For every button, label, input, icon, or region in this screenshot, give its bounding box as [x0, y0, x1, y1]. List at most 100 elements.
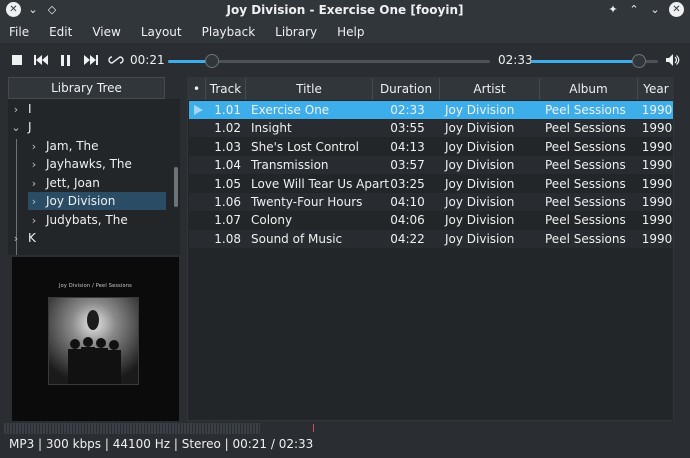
- chevron-down-icon[interactable]: ⌄: [648, 3, 662, 16]
- column-duration[interactable]: Duration: [373, 78, 440, 100]
- cell-title: Sound of Music: [251, 231, 343, 246]
- row-indicator: [189, 230, 207, 248]
- play-indicator-icon: [189, 101, 207, 119]
- row-indicator: [189, 119, 207, 137]
- table-row[interactable]: 1.01 Exercise One 02:33 Joy Division Peel Se…: [189, 101, 673, 119]
- repeat-icon[interactable]: [108, 52, 124, 68]
- tree-node-judybats-the[interactable]: › Judybats, The: [28, 211, 168, 229]
- album-artwork: Joy Division / Peel Sessions: [12, 257, 179, 421]
- cell-track: 1.06: [214, 195, 241, 209]
- row-indicator: [189, 193, 207, 211]
- cell-duration: 02:33: [390, 103, 425, 117]
- menu-library[interactable]: Library: [269, 25, 323, 39]
- column-title[interactable]: Title: [246, 78, 373, 100]
- cell-year: 1990: [641, 121, 673, 136]
- tree-node-label: Jam, The: [46, 139, 99, 153]
- menu-help[interactable]: Help: [331, 25, 370, 39]
- chevron-down-icon[interactable]: ⌄: [10, 121, 22, 134]
- cell-duration: 03:25: [390, 176, 425, 191]
- playlist[interactable]: • Track Title Duration Artist Album Year…: [187, 77, 674, 421]
- previous-icon[interactable]: [33, 52, 49, 68]
- album-cover-image: [48, 297, 139, 385]
- volume-icon[interactable]: [665, 52, 681, 68]
- cell-album: Peel Sessions: [545, 231, 626, 246]
- table-row[interactable]: 1.08 Sound of Music 04:22 Joy Division Peel …: [189, 229, 673, 248]
- chevron-right-icon[interactable]: ›: [28, 158, 40, 171]
- cell-year: 1990: [641, 176, 673, 191]
- menu-file[interactable]: File: [3, 25, 35, 39]
- chevron-right-icon[interactable]: ›: [28, 177, 40, 190]
- close-icon[interactable]: ✕: [669, 2, 684, 17]
- cell-track: 1.04: [214, 158, 241, 173]
- stop-icon[interactable]: [9, 52, 25, 68]
- cell-title: Colony: [251, 213, 293, 228]
- cell-artist: Joy Division: [445, 213, 515, 228]
- chevron-up-icon[interactable]: ⌃: [627, 3, 641, 16]
- cell-artist: Joy Division: [445, 176, 515, 191]
- chevron-right-icon[interactable]: ›: [28, 140, 40, 153]
- seek-slider[interactable]: [168, 54, 490, 68]
- chevron-right-icon[interactable]: ›: [10, 103, 22, 116]
- volume-handle[interactable]: [632, 54, 646, 68]
- total-time: 02:33: [498, 53, 533, 67]
- chevron-right-icon[interactable]: ›: [28, 214, 40, 227]
- cell-artist: Joy Division: [445, 158, 515, 173]
- table-row[interactable]: 1.04 Transmission 03:57 Joy Division Peel Se…: [189, 156, 673, 175]
- library-tree[interactable]: › I ⌄ J › Jam, The › Jayhawks, The › Jet…: [8, 99, 180, 255]
- cell-track: 1.02: [214, 121, 241, 136]
- tree-node-label: Judybats, The: [46, 213, 128, 227]
- column-artist[interactable]: Artist: [440, 78, 540, 100]
- tree-node-i[interactable]: › I: [10, 100, 170, 118]
- menu-playback[interactable]: Playback: [196, 25, 262, 39]
- tree-node-joy-division[interactable]: › Joy Division: [28, 192, 166, 210]
- column-track[interactable]: Track: [206, 78, 246, 100]
- next-icon[interactable]: [83, 52, 99, 68]
- table-row[interactable]: 1.06 Twenty-Four Hours 04:10 Joy Division Pe…: [189, 193, 673, 211]
- column-year[interactable]: Year: [638, 78, 674, 100]
- cell-title: Transmission: [251, 158, 329, 173]
- cell-album: Peel Sessions: [545, 158, 626, 173]
- cell-title: Twenty-Four Hours: [251, 195, 363, 209]
- tree-node-jam-the[interactable]: › Jam, The: [28, 137, 168, 155]
- menu-layout[interactable]: Layout: [135, 25, 188, 39]
- cell-artist: Joy Division: [445, 139, 515, 154]
- table-row[interactable]: 1.02 Insight 03:55 Joy Division Peel Session…: [189, 119, 673, 138]
- pause-icon[interactable]: [58, 52, 74, 68]
- cell-year: 1990: [641, 231, 673, 246]
- cell-track: 1.05: [214, 176, 241, 191]
- cell-title: Insight: [251, 121, 292, 136]
- chevron-right-icon[interactable]: ›: [10, 232, 22, 245]
- row-indicator: [189, 156, 207, 174]
- tree-node-label: K: [28, 231, 36, 245]
- tree-node-j[interactable]: ⌄ J: [10, 118, 170, 136]
- elapsed-time: 00:21: [130, 53, 165, 67]
- library-tree-header[interactable]: Library Tree: [8, 77, 165, 99]
- tree-node-k[interactable]: › K: [10, 229, 170, 247]
- menu-edit[interactable]: Edit: [43, 25, 78, 39]
- tree-scrollbar[interactable]: [174, 167, 178, 207]
- chevron-right-icon[interactable]: ›: [28, 195, 40, 208]
- app-icon: ✦: [608, 3, 618, 16]
- tree-node-label: Jayhawks, The: [46, 157, 132, 171]
- cell-album: Peel Sessions: [545, 121, 626, 136]
- menu-view[interactable]: View: [86, 25, 126, 39]
- tree-node-jayhawks-the[interactable]: › Jayhawks, The: [28, 155, 168, 173]
- cell-title: She's Lost Control: [251, 139, 359, 154]
- table-row[interactable]: 1.07 Colony 04:06 Joy Division Peel Sessions…: [189, 211, 673, 229]
- table-row[interactable]: 1.05 Love Will Tear Us Apart 03:25 Joy Divi…: [189, 175, 673, 193]
- cell-album: Peel Sessions: [545, 103, 626, 117]
- seek-handle[interactable]: [205, 54, 219, 68]
- column-playing[interactable]: •: [188, 78, 206, 100]
- cell-year: 1990: [641, 213, 673, 228]
- table-row[interactable]: 1.03 She's Lost Control 04:13 Joy Division P…: [189, 138, 673, 156]
- volume-slider[interactable]: [531, 54, 658, 68]
- row-indicator: [189, 175, 207, 193]
- tree-node-jett-joan[interactable]: › Jett, Joan: [28, 174, 168, 192]
- cell-title: Exercise One: [251, 103, 330, 117]
- cell-track: 1.07: [214, 213, 241, 228]
- title-bar: ✕ ⌄ ◇ Joy Division - Exercise One [fooyi…: [0, 0, 690, 21]
- cell-album: Peel Sessions: [545, 195, 626, 209]
- cell-year: 1990: [641, 195, 673, 209]
- column-album[interactable]: Album: [540, 78, 638, 100]
- row-indicator: [189, 211, 207, 229]
